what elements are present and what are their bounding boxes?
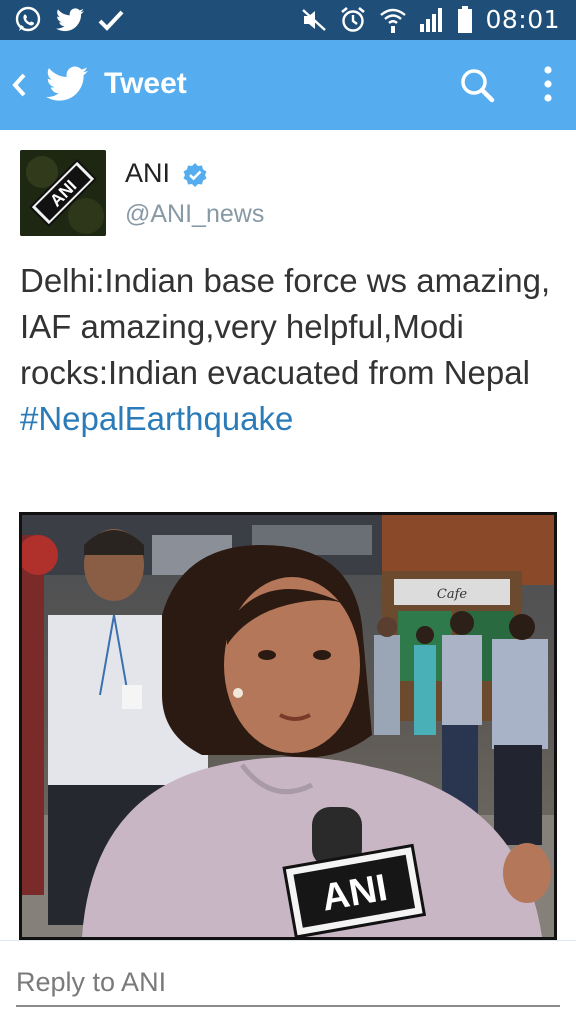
- back-icon: [12, 73, 26, 97]
- battery-icon: [457, 5, 473, 34]
- overflow-menu-icon: [544, 66, 552, 102]
- tweet-body: Delhi:Indian base force ws amazing, IAF …: [20, 262, 551, 391]
- ani-logo-icon: ANI: [20, 150, 106, 236]
- twitter-bird-icon: [46, 66, 88, 107]
- whatsapp-icon: [14, 6, 42, 34]
- author-handle[interactable]: @ANI_news: [125, 200, 264, 229]
- page-title: Tweet: [104, 67, 187, 100]
- overflow-menu-button[interactable]: [534, 62, 562, 108]
- twitter-icon: [56, 8, 84, 32]
- status-bar: 08:01: [0, 0, 576, 40]
- mute-icon: [301, 7, 327, 33]
- tweet-media-image[interactable]: Cafe ANI: [19, 512, 557, 940]
- author-name[interactable]: ANI: [125, 158, 170, 189]
- media-photo: Cafe ANI: [22, 515, 554, 937]
- alarm-icon: [339, 6, 367, 34]
- tweet-detail: ANI ANI @ANI_news Delhi:Indian base forc…: [0, 130, 576, 940]
- search-button[interactable]: [456, 64, 500, 108]
- reply-bar: [0, 940, 576, 1024]
- verified-badge-icon: [182, 162, 208, 193]
- check-icon: [98, 8, 124, 32]
- wifi-icon: [379, 6, 407, 34]
- back-button[interactable]: [6, 67, 36, 103]
- status-bar-left: [14, 6, 124, 34]
- cafe-sign-text: Cafe: [437, 587, 468, 602]
- hashtag-link[interactable]: #NepalEarthquake: [20, 400, 293, 437]
- signal-icon: [419, 6, 445, 34]
- avatar[interactable]: ANI: [20, 150, 106, 236]
- status-time: 08:01: [485, 5, 560, 34]
- tweet-text: Delhi:Indian base force ws amazing, IAF …: [20, 258, 560, 442]
- search-icon: [461, 69, 495, 103]
- status-bar-right: 08:01: [301, 5, 560, 34]
- reply-input[interactable]: [16, 959, 560, 1007]
- action-bar: Tweet: [0, 40, 576, 130]
